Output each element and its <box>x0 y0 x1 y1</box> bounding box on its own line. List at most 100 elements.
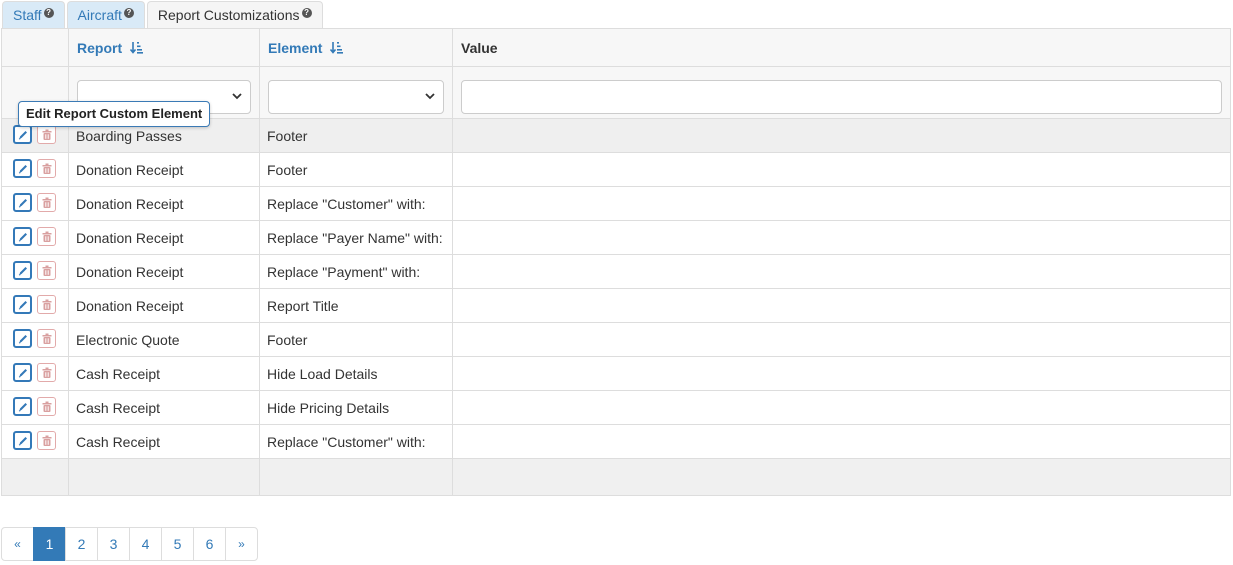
value-cell <box>452 288 1231 323</box>
pagination-page-3[interactable]: 3 <box>97 527 130 561</box>
delete-button[interactable] <box>37 295 56 314</box>
trash-icon <box>42 197 51 208</box>
table-row: Cash Receipt Hide Load Details <box>1 356 1231 391</box>
help-icon: ? <box>301 8 312 18</box>
value-cell <box>452 220 1231 255</box>
pagination-page-2[interactable]: 2 <box>65 527 98 561</box>
element-cell: Footer <box>259 322 453 357</box>
element-filter-cell <box>259 66 453 119</box>
element-sort-link[interactable]: Element <box>268 40 344 56</box>
pagination-page-6[interactable]: 6 <box>193 527 226 561</box>
pagination-page-4[interactable]: 4 <box>129 527 162 561</box>
delete-button[interactable] <box>37 227 56 246</box>
tab-bar: Staff ? Aircraft ? Report Customizations… <box>2 1 325 28</box>
row-actions-cell <box>1 186 69 221</box>
pencil-icon <box>18 198 27 207</box>
edit-button[interactable] <box>13 261 32 280</box>
edit-button[interactable] <box>13 431 32 450</box>
tab-aircraft-label: Aircraft <box>77 7 122 23</box>
pagination-page-1[interactable]: 1 <box>33 527 66 561</box>
delete-button[interactable] <box>37 431 56 450</box>
report-cell: Donation Receipt <box>68 152 260 187</box>
trash-icon <box>42 163 51 174</box>
element-cell: Replace "Customer" with: <box>259 186 453 221</box>
edit-button[interactable] <box>13 125 32 144</box>
tab-staff[interactable]: Staff ? <box>2 1 65 28</box>
header-row: Report Element Value <box>1 28 1231 67</box>
customizations-grid: Report Element Value Boarding Passes Foo… <box>1 28 1231 496</box>
element-cell: Replace "Payer Name" with: <box>259 220 453 255</box>
table-row: Donation Receipt Replace "Customer" with: <box>1 186 1231 221</box>
report-column-header[interactable]: Report <box>68 28 260 67</box>
actions-header <box>1 28 69 67</box>
report-cell: Cash Receipt <box>68 424 260 459</box>
row-actions-cell <box>1 288 69 323</box>
delete-button[interactable] <box>37 363 56 382</box>
pagination-page-5[interactable]: 5 <box>161 527 194 561</box>
element-filter-select[interactable] <box>268 79 444 114</box>
tab-report-customizations[interactable]: Report Customizations ? <box>146 1 323 28</box>
edit-button[interactable] <box>13 193 32 212</box>
report-cell: Cash Receipt <box>68 390 260 425</box>
table-row: Cash Receipt Hide Pricing Details <box>1 390 1231 425</box>
pencil-icon <box>18 368 27 377</box>
grid-footer-row <box>1 458 1231 496</box>
value-cell <box>452 118 1231 153</box>
pagination-next[interactable]: » <box>225 527 258 561</box>
edit-button[interactable] <box>13 295 32 314</box>
report-cell: Donation Receipt <box>68 254 260 289</box>
pencil-icon <box>18 436 27 445</box>
report-cell: Donation Receipt <box>68 220 260 255</box>
pencil-icon <box>18 130 27 139</box>
row-actions-cell <box>1 322 69 357</box>
value-cell <box>452 186 1231 221</box>
value-cell <box>452 356 1231 391</box>
trash-icon <box>42 435 51 446</box>
edit-button[interactable] <box>13 363 32 382</box>
element-cell: Footer <box>259 152 453 187</box>
help-icon: ? <box>123 8 134 18</box>
edit-button[interactable] <box>13 397 32 416</box>
help-icon: ? <box>43 8 54 18</box>
chevron-down-icon <box>232 92 242 99</box>
delete-button[interactable] <box>37 125 56 144</box>
delete-button[interactable] <box>37 261 56 280</box>
table-row: Donation Receipt Report Title <box>1 288 1231 323</box>
row-actions-cell <box>1 220 69 255</box>
report-header-label: Report <box>77 39 123 56</box>
pencil-icon <box>18 402 27 411</box>
pencil-icon <box>18 266 27 275</box>
row-actions-cell <box>1 152 69 187</box>
delete-button[interactable] <box>37 193 56 212</box>
delete-button[interactable] <box>37 329 56 348</box>
tab-aircraft[interactable]: Aircraft ? <box>66 1 145 28</box>
report-cell: Cash Receipt <box>68 356 260 391</box>
table-row: Electronic Quote Footer <box>1 322 1231 357</box>
trash-icon <box>42 401 51 412</box>
element-column-header[interactable]: Element <box>259 28 453 67</box>
value-cell <box>452 322 1231 357</box>
row-actions-cell <box>1 254 69 289</box>
element-cell: Hide Load Details <box>259 356 453 391</box>
element-cell: Replace "Payment" with: <box>259 254 453 289</box>
trash-icon <box>42 265 51 276</box>
table-row: Donation Receipt Footer <box>1 152 1231 187</box>
value-filter-input[interactable] <box>461 79 1222 114</box>
report-cell: Donation Receipt <box>68 288 260 323</box>
value-filter-cell <box>452 66 1231 119</box>
element-cell: Footer <box>259 118 453 153</box>
element-cell: Hide Pricing Details <box>259 390 453 425</box>
trash-icon <box>42 299 51 310</box>
edit-button[interactable] <box>13 159 32 178</box>
pagination-prev[interactable]: « <box>1 527 34 561</box>
value-header-label: Value <box>461 39 498 56</box>
pencil-icon <box>18 300 27 309</box>
edit-button[interactable] <box>13 227 32 246</box>
trash-icon <box>42 129 51 140</box>
delete-button[interactable] <box>37 397 56 416</box>
report-sort-link[interactable]: Report <box>77 39 144 56</box>
report-cell: Electronic Quote <box>68 322 260 357</box>
delete-button[interactable] <box>37 159 56 178</box>
edit-button[interactable] <box>13 329 32 348</box>
edit-tooltip: Edit Report Custom Element <box>18 101 211 127</box>
